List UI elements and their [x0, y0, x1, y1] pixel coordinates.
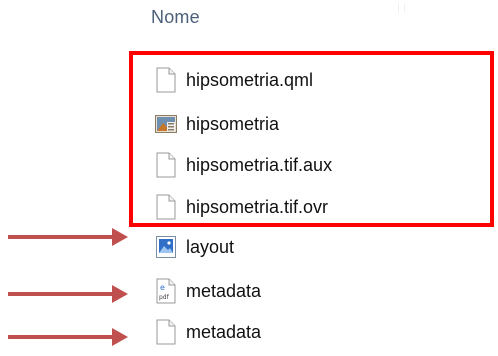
blank-file-icon [155, 318, 177, 346]
arrow-icon [8, 328, 128, 346]
arrow-icon [8, 228, 128, 246]
image-file-icon [155, 233, 177, 261]
svg-text:e: e [160, 283, 165, 292]
list-item[interactable]: e pdf metadata [155, 273, 261, 309]
svg-text:pdf: pdf [159, 294, 170, 301]
file-name: metadata [186, 280, 262, 301]
arrow-icon [8, 285, 128, 303]
list-item[interactable]: metadata [155, 314, 261, 350]
highlight-box [129, 51, 494, 227]
pdf-file-icon: e pdf [155, 277, 177, 305]
file-list: Nome hipsometria.qml hipsometria hipsome… [0, 0, 498, 356]
column-resize-handle[interactable] [390, 0, 414, 14]
column-header-name[interactable]: Nome [151, 7, 200, 28]
file-name: metadata [186, 321, 262, 342]
list-item[interactable]: layout [155, 229, 234, 265]
file-name: layout [186, 236, 235, 257]
